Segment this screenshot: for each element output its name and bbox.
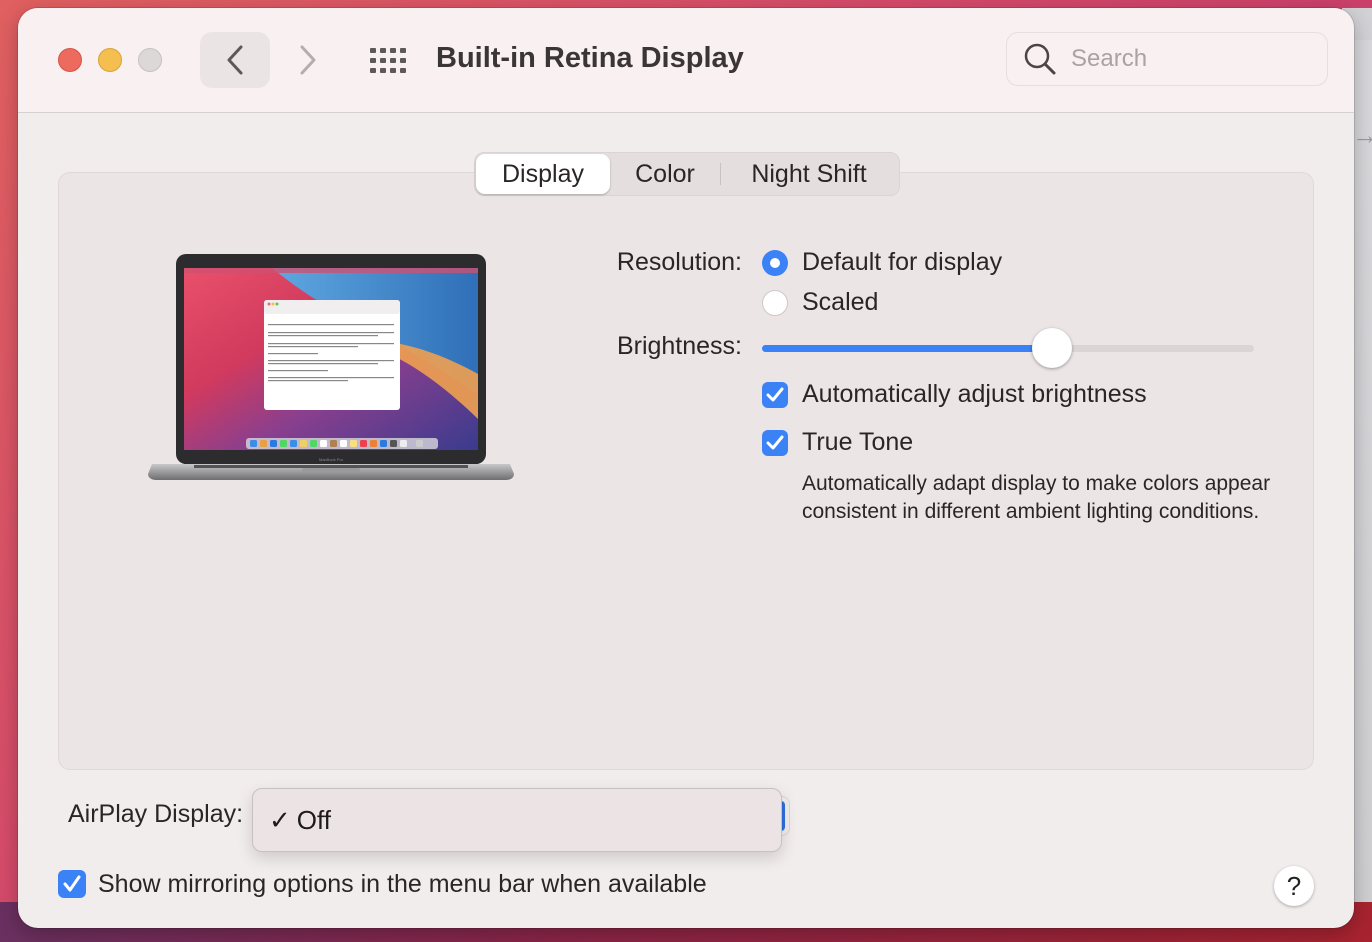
zoom-button[interactable] [138,48,162,72]
minimize-button[interactable] [98,48,122,72]
search-input[interactable] [1069,44,1313,74]
true-tone-label[interactable]: True Tone [802,428,913,457]
window-title: Built-in Retina Display [436,42,744,74]
background-arrow-icon: → [1352,120,1372,150]
tab-bar: Display Color Night Shift [474,152,900,196]
auto-brightness-label[interactable]: Automatically adjust brightness [802,380,1147,409]
mirroring-checkbox[interactable] [58,870,86,898]
tab-night-shift[interactable]: Night Shift [721,154,897,194]
menu-item-off[interactable]: Off [297,805,331,836]
preferences-window: Built-in Retina Display Display Color Ni… [18,8,1354,928]
chevron-right-icon [300,45,316,75]
tab-display[interactable]: Display [476,154,610,194]
search-icon [1024,43,1056,75]
brightness-label: Brightness: [616,332,742,360]
checkmark-icon [63,875,81,892]
forward-button[interactable] [288,32,328,88]
chevron-left-icon [227,45,243,75]
toolbar: Built-in Retina Display [18,8,1354,113]
help-button[interactable]: ? [1274,866,1314,906]
brightness-slider[interactable] [762,328,1254,370]
radio-default-for-display[interactable] [762,250,788,276]
radio-scaled[interactable] [762,290,788,316]
close-button[interactable] [58,48,82,72]
option-default-for-display[interactable]: Default for display [802,248,1002,277]
slider-thumb[interactable] [1032,328,1073,368]
airplay-display-label: AirPlay Display: [68,800,244,828]
option-scaled[interactable]: Scaled [802,288,878,317]
back-button[interactable] [200,32,270,88]
true-tone-description: Automatically adapt display to make colo… [802,472,1271,523]
tab-color[interactable]: Color [610,154,720,194]
auto-brightness-checkbox[interactable] [762,382,788,408]
slider-fill [762,345,1053,352]
resolution-label: Resolution: [616,248,742,276]
search-field[interactable] [1006,32,1328,86]
laptop-illustration: MacBook Pro [148,254,514,480]
laptop-caption: MacBook Pro [319,457,344,462]
laptop-screen-document [264,300,400,410]
checkmark-icon [766,435,784,450]
checkmark-icon [766,387,784,402]
true-tone-checkbox[interactable] [762,430,788,456]
show-all-grid-icon[interactable] [370,48,406,74]
checkmark-icon: ✓ [269,804,291,835]
mirroring-label[interactable]: Show mirroring options in the menu bar w… [98,870,707,899]
airplay-dropdown-menu[interactable]: ✓ Off [252,788,782,852]
